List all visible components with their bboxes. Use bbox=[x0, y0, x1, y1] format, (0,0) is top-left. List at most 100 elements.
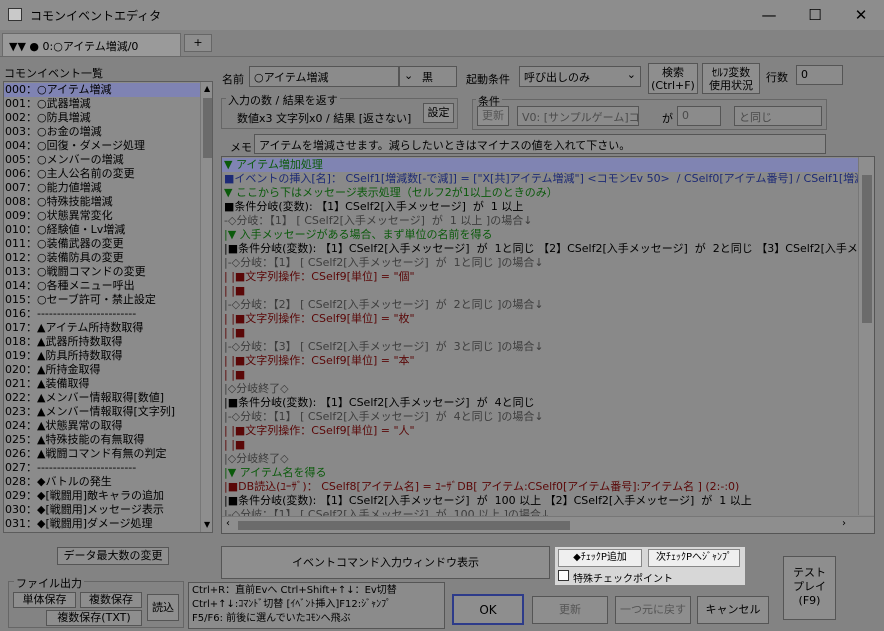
event-command-list[interactable]: ▼ アイテム増加処理 ■イベントの挿入[名]： CSelf1[増減数[-で減]] … bbox=[221, 156, 875, 534]
single-save-button[interactable]: 単体保存 bbox=[13, 592, 76, 608]
condition-variable-select[interactable]: V0: [サンプルゲーム]コッ bbox=[517, 106, 639, 126]
command-line[interactable]: |◇分岐終了◇ bbox=[222, 382, 858, 396]
ok-button[interactable]: OK bbox=[452, 594, 524, 625]
scroll-left-icon[interactable]: ‹ bbox=[226, 518, 230, 529]
condition-operator-select[interactable]: と同じ bbox=[734, 106, 822, 126]
event-name-input[interactable]: ○アイテム増減 bbox=[249, 66, 399, 87]
code-vscroll-thumb[interactable] bbox=[862, 175, 872, 323]
list-item[interactable]: 016：------------------------- bbox=[4, 307, 200, 321]
list-item[interactable]: 004：○回復・ダメージ処理 bbox=[4, 139, 200, 153]
code-hscrollbar[interactable]: ‹ › bbox=[222, 516, 874, 533]
command-line[interactable]: | |■ bbox=[222, 368, 858, 382]
list-item[interactable]: 009：○状態異常変化 bbox=[4, 209, 200, 223]
list-item[interactable]: 000：○アイテム増減 bbox=[4, 83, 200, 97]
list-scrollbar[interactable]: ▲ ▼ bbox=[200, 82, 212, 532]
command-line[interactable]: -◇分岐：【1】 [ CSelf2[入手メッセージ] が 1 以上 ]の場合↓ bbox=[222, 214, 858, 228]
command-line[interactable]: ■イベントの挿入[名]： CSelf1[増減数[-で減]] = ["X[共]アイ… bbox=[222, 172, 858, 186]
command-line[interactable]: |■条件分岐(変数): 【1】CSelf2[入手メッセージ] が 100 以上 … bbox=[222, 494, 858, 508]
command-line[interactable]: | |■ bbox=[222, 284, 858, 298]
color-select[interactable]: ⌄ 黒 bbox=[399, 66, 457, 87]
command-line[interactable]: |▼ アイテム名を得る bbox=[222, 466, 858, 480]
memo-input[interactable]: アイテムを増減させます。減らしたいときはマイナスの値を入れて下さい。 bbox=[254, 134, 826, 154]
list-item[interactable]: 029：◆[戦闘用]敵キャラの追加 bbox=[4, 489, 200, 503]
common-event-list[interactable]: 000：○アイテム増減 001：○武器増減 002：○防具増減 003：○お金の増減 0… bbox=[3, 81, 213, 533]
list-item[interactable]: 003：○お金の増減 bbox=[4, 125, 200, 139]
command-line[interactable]: | |■文字列操作：CSelf9[単位] = "個" bbox=[222, 270, 858, 284]
special-checkpoint-checkbox[interactable] bbox=[558, 570, 569, 581]
list-item[interactable]: 021：▲装備取得 bbox=[4, 377, 200, 391]
list-item[interactable]: 023：▲メンバー情報取得[文字列] bbox=[4, 405, 200, 419]
command-line[interactable]: | |■文字列操作：CSelf9[単位] = "枚" bbox=[222, 312, 858, 326]
search-button[interactable]: 検索 (Ctrl+F) bbox=[648, 63, 698, 94]
test-play-button[interactable]: テスト プレイ (F9) bbox=[783, 556, 836, 620]
command-line[interactable]: |■DB読込(ﾕｰｻﾞ)： CSelf8[アイテム名] = ﾕｰｻﾞDB[ アイ… bbox=[222, 480, 858, 494]
scroll-down-icon[interactable]: ▼ bbox=[204, 520, 210, 529]
command-line[interactable]: ▼ ここから下はメッセージ表示処理（セルフ2が1以上のときのみ） bbox=[222, 186, 858, 200]
list-item[interactable]: 031：◆[戦闘用]ダメージ処理 bbox=[4, 517, 200, 531]
cancel-button[interactable]: キャンセル bbox=[697, 596, 769, 624]
list-item[interactable]: 024：▲状態異常の取得 bbox=[4, 419, 200, 433]
list-item[interactable]: 012：○装備防具の変更 bbox=[4, 251, 200, 265]
list-item[interactable]: 027：------------------------- bbox=[4, 461, 200, 475]
condition-update-button[interactable]: 更新 bbox=[477, 106, 509, 126]
list-item[interactable]: 008：○特殊技能増減 bbox=[4, 195, 200, 209]
undo-button[interactable]: 一つ元に戻す bbox=[615, 596, 691, 624]
list-item[interactable]: 022：▲メンバー情報取得[数値] bbox=[4, 391, 200, 405]
list-item[interactable]: 002：○防具増減 bbox=[4, 111, 200, 125]
scroll-right-icon[interactable]: › bbox=[842, 518, 846, 529]
jump-checkpoint-button[interactable]: 次ﾁｪｯｸPへｼﾞｬﾝﾌﾟ bbox=[648, 549, 740, 567]
list-item[interactable]: 028：◆バトルの発生 bbox=[4, 475, 200, 489]
list-item[interactable]: 025：▲特殊技能の有無取得 bbox=[4, 433, 200, 447]
code-vscrollbar[interactable] bbox=[858, 157, 874, 515]
add-checkpoint-button[interactable]: ◆ﾁｪｯｸP追加 bbox=[558, 549, 642, 567]
list-item[interactable]: 026：▲戦闘コマンド有無の判定 bbox=[4, 447, 200, 461]
list-item[interactable]: 015：○セーブ許可・禁止設定 bbox=[4, 293, 200, 307]
command-line[interactable]: |◇分岐終了◇ bbox=[222, 452, 858, 466]
command-line[interactable]: |■条件分岐(変数): 【1】CSelf2[入手メッセージ] が 1と同じ 【2… bbox=[222, 242, 858, 256]
command-line[interactable]: |-◇分岐：【2】 [ CSelf2[入手メッセージ] が 2と同じ ]の場合↓ bbox=[222, 298, 858, 312]
list-item[interactable]: 017：▲アイテム所持数取得 bbox=[4, 321, 200, 335]
command-line[interactable]: |-◇分岐：【1】 [ CSelf2[入手メッセージ] が 1と同じ ]の場合↓ bbox=[222, 256, 858, 270]
code-hscroll-thumb[interactable] bbox=[238, 521, 570, 530]
list-item[interactable]: 006：○主人公名前の変更 bbox=[4, 167, 200, 181]
command-input-window-button[interactable]: イベントコマンド入力ウィンドウ表示 bbox=[221, 546, 550, 579]
command-line[interactable]: | |■ bbox=[222, 326, 858, 340]
command-line[interactable]: |■条件分岐(変数): 【1】CSelf2[入手メッセージ] が 4と同じ bbox=[222, 396, 858, 410]
data-max-change-button[interactable]: データ最大数の変更 bbox=[57, 547, 169, 565]
list-item[interactable]: 019：▲防具所持数取得 bbox=[4, 349, 200, 363]
minimize-button[interactable]: — bbox=[746, 0, 792, 30]
maximize-button[interactable]: ☐ bbox=[792, 0, 838, 30]
command-line[interactable]: |-◇分岐：【3】 [ CSelf2[入手メッセージ] が 3と同じ ]の場合↓ bbox=[222, 340, 858, 354]
list-item[interactable]: 014：○各種メニュー呼出 bbox=[4, 279, 200, 293]
command-line[interactable]: | |■文字列操作：CSelf9[単位] = "本" bbox=[222, 354, 858, 368]
condition-value-input[interactable]: 0 bbox=[677, 106, 721, 126]
setting-button[interactable]: 設定 bbox=[423, 103, 454, 123]
self-var-usage-button[interactable]: ｾﾙﾌ変数 使用状況 bbox=[702, 63, 760, 94]
list-item[interactable]: 001：○武器増減 bbox=[4, 97, 200, 111]
list-item[interactable]: 030：◆[戦闘用]メッセージ表示 bbox=[4, 503, 200, 517]
list-item[interactable]: 005：○メンバーの増減 bbox=[4, 153, 200, 167]
list-item[interactable]: 010：○経験値・Lv増減 bbox=[4, 223, 200, 237]
command-line[interactable]: ■条件分岐(変数): 【1】CSelf2[入手メッセージ] が 1 以上 bbox=[222, 200, 858, 214]
add-tab-button[interactable]: + bbox=[184, 34, 212, 52]
update-button[interactable]: 更新 bbox=[532, 596, 608, 624]
list-item[interactable]: 020：▲所持金取得 bbox=[4, 363, 200, 377]
command-line[interactable]: |▼ 入手メッセージがある場合、まず単位の名前を得る bbox=[222, 228, 858, 242]
command-line[interactable]: ▼ アイテム増加処理 bbox=[222, 158, 858, 172]
list-item[interactable]: 007：○能力値増減 bbox=[4, 181, 200, 195]
command-line[interactable]: |-◇分岐：【1】 [ CSelf2[入手メッセージ] が 4と同じ ]の場合↓ bbox=[222, 410, 858, 424]
scroll-up-icon[interactable]: ▲ bbox=[204, 84, 210, 93]
command-line[interactable]: | |■ bbox=[222, 438, 858, 452]
command-line[interactable]: | |■文字列操作：CSelf9[単位] = "人" bbox=[222, 424, 858, 438]
list-item[interactable]: 013：○戦闘コマンドの変更 bbox=[4, 265, 200, 279]
list-item[interactable]: 018：▲武器所持数取得 bbox=[4, 335, 200, 349]
list-scroll-thumb[interactable] bbox=[203, 98, 212, 158]
multi-save-button[interactable]: 複数保存 bbox=[80, 592, 142, 608]
close-button[interactable]: ✕ bbox=[838, 0, 884, 30]
tab-event-0[interactable]: ▼▼ ● 0:○アイテム増減/0 bbox=[2, 33, 181, 57]
rows-input[interactable]: 0 bbox=[796, 65, 843, 85]
list-item[interactable]: 011：○装備武器の変更 bbox=[4, 237, 200, 251]
multi-save-txt-button[interactable]: 複数保存(TXT) bbox=[46, 610, 142, 626]
trigger-select[interactable]: 呼び出しのみ ⌄ bbox=[519, 66, 641, 87]
load-button[interactable]: 読込 bbox=[147, 594, 179, 621]
